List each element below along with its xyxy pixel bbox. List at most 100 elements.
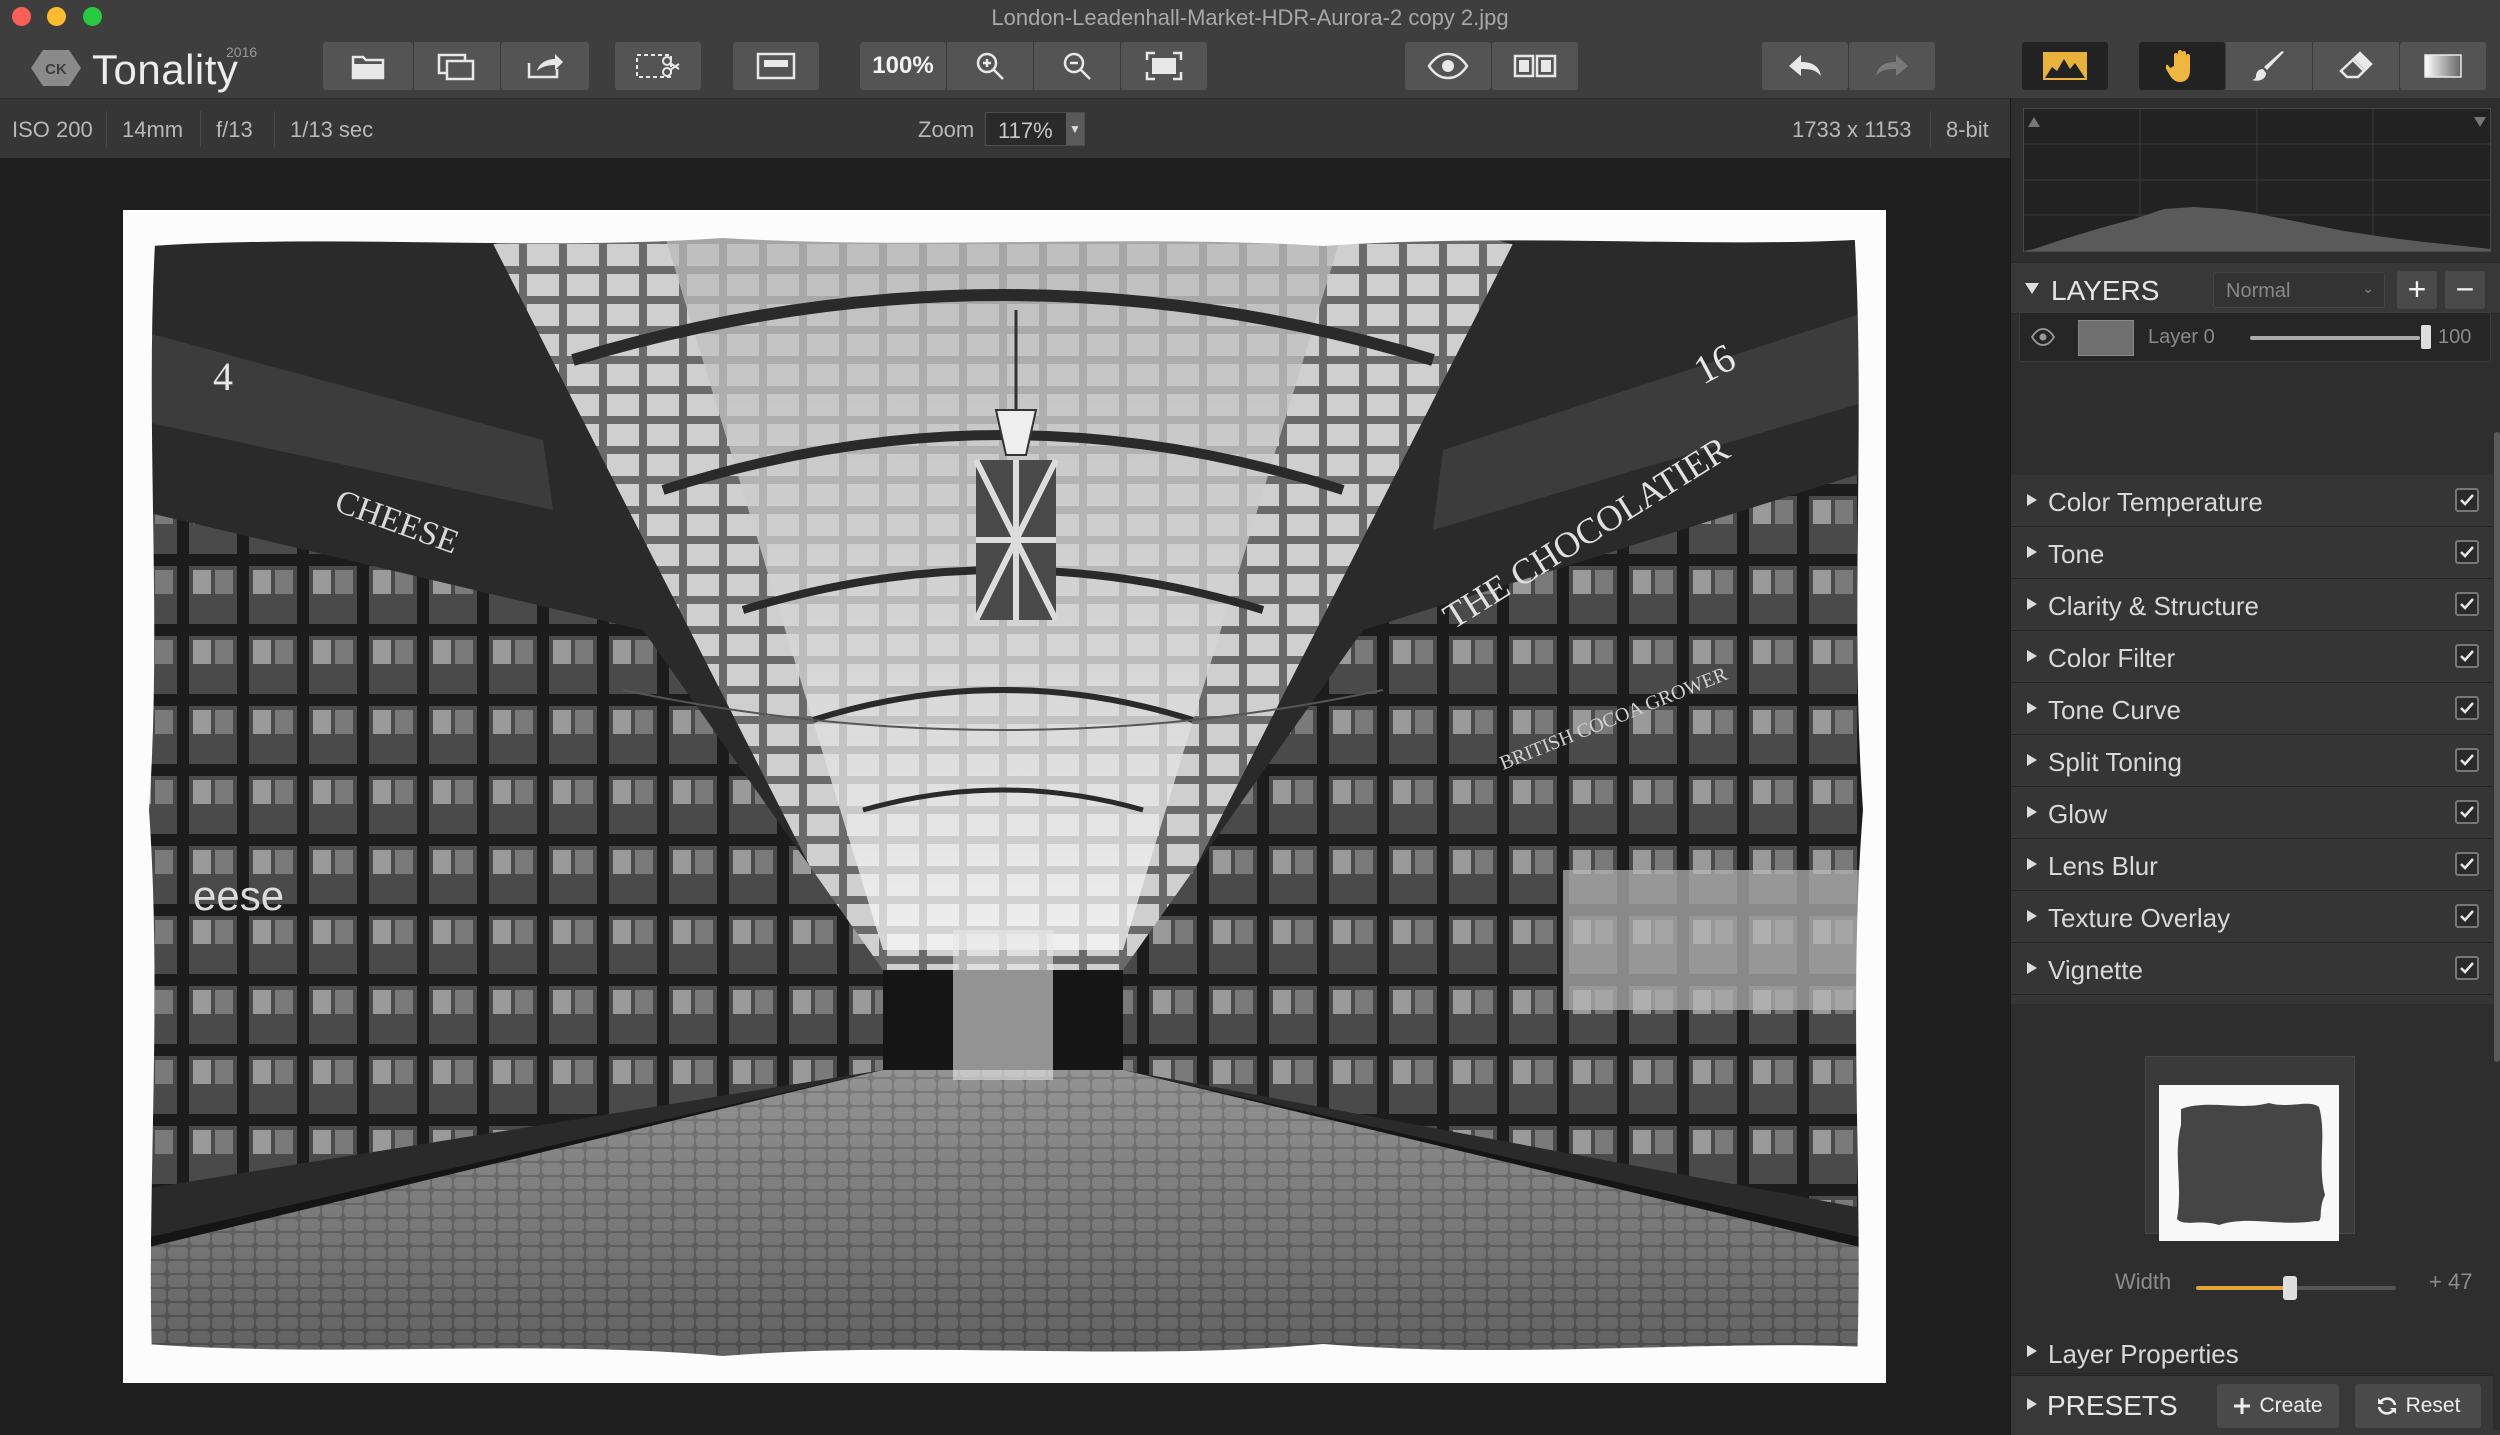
layer-name: Layer 0 <box>2148 326 2215 348</box>
frame-preset-thumbnail[interactable] <box>2145 1056 2355 1241</box>
layers-header[interactable]: LAYERS Normal ⌄ + − <box>2011 262 2500 314</box>
layer-properties-row[interactable]: Layer Properties <box>2011 1330 2493 1374</box>
zoom-in-button[interactable] <box>947 42 1033 90</box>
filter-enabled-checkbox[interactable] <box>2455 592 2479 616</box>
filter-row[interactable]: Color Temperature <box>2011 475 2493 527</box>
reset-icon <box>2377 1397 2396 1415</box>
logo-badge-text: CK <box>45 61 67 78</box>
filter-row[interactable]: Tone <box>2011 527 2493 579</box>
filter-label: Split Toning <box>2048 747 2182 777</box>
zoom-select[interactable]: 117% ▼ <box>985 112 1085 146</box>
chevron-down-icon: ⌄ <box>2362 280 2374 296</box>
filter-enabled-checkbox[interactable] <box>2455 488 2479 512</box>
duplicate-button[interactable] <box>414 42 500 90</box>
expand-triangle-icon <box>2027 754 2037 766</box>
expand-triangle-icon[interactable] <box>2027 1398 2037 1410</box>
presets-title[interactable]: PRESETS <box>2047 1390 2178 1422</box>
collapse-triangle-icon <box>2025 283 2039 294</box>
eye-icon[interactable] <box>2030 327 2056 347</box>
window-text: eese <box>193 872 284 919</box>
expand-triangle-icon <box>2027 702 2037 714</box>
eraser-icon <box>2339 51 2373 79</box>
filter-row[interactable]: Texture Overlay <box>2011 891 2493 943</box>
gradient-tool-button[interactable] <box>2400 42 2486 90</box>
checkmark-icon <box>2460 546 2474 558</box>
panel-scrollbar[interactable] <box>2493 430 2500 1430</box>
add-layer-button[interactable]: + <box>2397 271 2437 309</box>
create-preset-button[interactable]: Create <box>2217 1384 2339 1428</box>
layer-opacity-fill <box>2250 336 2420 340</box>
filter-row[interactable]: Split Toning <box>2011 735 2493 787</box>
filter-enabled-checkbox[interactable] <box>2455 904 2479 928</box>
remove-layer-button[interactable]: − <box>2445 271 2485 309</box>
layer-opacity-slider[interactable] <box>2250 336 2420 340</box>
frame-preview-graphic <box>2177 1103 2325 1225</box>
frame-width-handle[interactable] <box>2283 1276 2297 1300</box>
layer-opacity-handle[interactable] <box>2421 325 2431 349</box>
split-view-button[interactable] <box>1492 42 1578 90</box>
crop-button[interactable] <box>615 42 701 90</box>
zoom-out-button[interactable] <box>1034 42 1120 90</box>
create-label: Create <box>2259 1394 2323 1417</box>
logo-badge-icon: CK <box>31 50 81 86</box>
frame-view-button[interactable] <box>733 42 819 90</box>
filter-enabled-checkbox[interactable] <box>2455 956 2479 980</box>
expand-triangle-icon <box>2027 650 2037 662</box>
brush-tool-button[interactable] <box>2226 42 2312 90</box>
checkmark-icon <box>2460 650 2474 662</box>
filter-label: Texture Overlay <box>2048 903 2231 933</box>
eraser-tool-button[interactable] <box>2313 42 2399 90</box>
reset-button[interactable]: Reset <box>2355 1384 2481 1428</box>
filter-row[interactable]: Vignette <box>2011 943 2493 995</box>
filter-enabled-checkbox[interactable] <box>2455 748 2479 772</box>
filter-label: Tone <box>2048 539 2105 569</box>
eye-icon <box>1427 52 1469 80</box>
expand-triangle-icon <box>2027 806 2037 818</box>
zoom-100-button[interactable]: 100% <box>860 42 946 90</box>
panel-scrollbar-thumb[interactable] <box>2494 432 2500 1062</box>
zoom-value: 117% <box>998 118 1053 143</box>
fit-screen-button[interactable] <box>1121 42 1207 90</box>
expand-triangle-icon <box>2027 910 2037 922</box>
blend-mode-select[interactable]: Normal ⌄ <box>2213 272 2385 308</box>
export-icon <box>527 54 563 79</box>
layer-row[interactable]: Layer 0 100 <box>2019 312 2491 362</box>
filter-enabled-checkbox[interactable] <box>2455 696 2479 720</box>
brush-icon <box>2252 51 2284 81</box>
photo-with-frame[interactable]: CHEESE 4 eese THE CHOCOLATIER 16 BRITISH… <box>123 210 1886 1383</box>
histogram <box>2023 108 2491 252</box>
checkmark-icon <box>2460 858 2474 870</box>
shutter-value: 1/13 sec <box>290 117 374 142</box>
hand-tool-button[interactable] <box>2139 42 2225 90</box>
preview-button[interactable] <box>1405 42 1491 90</box>
histogram-graph <box>2024 109 2490 251</box>
app-name: Tonality <box>92 46 239 93</box>
histogram-toggle-button[interactable] <box>2022 42 2108 90</box>
filter-enabled-checkbox[interactable] <box>2455 644 2479 668</box>
filter-row[interactable]: Tone Curve <box>2011 683 2493 735</box>
expand-triangle-icon <box>2027 858 2037 870</box>
histogram-icon <box>2043 52 2087 80</box>
filter-enabled-checkbox[interactable] <box>2455 852 2479 876</box>
filter-row[interactable]: Lens Blur <box>2011 839 2493 891</box>
export-button[interactable] <box>501 42 589 90</box>
checkmark-icon <box>2460 910 2474 922</box>
duplicate-icon <box>437 53 475 81</box>
layer-opacity-value: 100 <box>2438 326 2472 348</box>
filter-row[interactable]: Color Filter <box>2011 631 2493 683</box>
redo-button[interactable] <box>1849 42 1935 90</box>
frame-view-icon <box>756 52 796 80</box>
undo-button[interactable] <box>1762 42 1848 90</box>
open-file-icon <box>351 55 385 80</box>
filter-label: Tone Curve <box>2048 695 2181 725</box>
title-bar: London-Leadenhall-Market-HDR-Aurora-2 co… <box>0 0 2500 36</box>
filter-enabled-checkbox[interactable] <box>2455 800 2479 824</box>
filter-enabled-checkbox[interactable] <box>2455 540 2479 564</box>
image-canvas[interactable]: CHEESE 4 eese THE CHOCOLATIER 16 BRITISH… <box>0 158 2010 1435</box>
filter-label: Lens Blur <box>2048 851 2158 881</box>
open-file-button[interactable] <box>323 42 413 90</box>
filter-row[interactable]: Clarity & Structure <box>2011 579 2493 631</box>
info-divider <box>1930 111 1931 147</box>
checkmark-icon <box>2460 598 2474 610</box>
filter-row[interactable]: Glow <box>2011 787 2493 839</box>
